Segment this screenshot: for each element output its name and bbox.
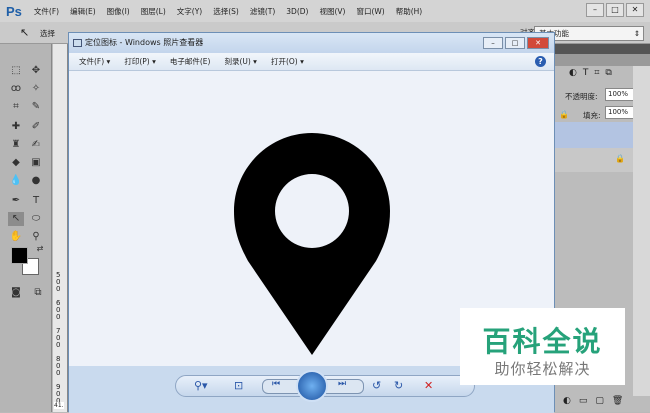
- viewer-minimize-button[interactable]: –: [483, 37, 503, 49]
- screen-mode-icon[interactable]: ⧉: [30, 286, 46, 300]
- zoom-icon[interactable]: ⚲▾: [194, 379, 208, 392]
- ellipse-tool-icon[interactable]: ⬭: [28, 212, 44, 226]
- viewer-menu-open[interactable]: 打开(O) ▾: [271, 56, 304, 67]
- viewer-menu-email[interactable]: 电子邮件(E): [170, 56, 211, 67]
- panel-header: [555, 44, 650, 54]
- foreground-color-swatch[interactable]: [11, 247, 28, 264]
- menu-type[interactable]: 文字(Y): [177, 6, 202, 17]
- ruler-label: 800: [56, 355, 61, 377]
- slideshow-button[interactable]: [296, 370, 328, 402]
- photoshop-logo: Ps: [6, 3, 22, 19]
- lasso-tool-icon[interactable]: ꝏ: [8, 82, 24, 96]
- location-pin-icon: [234, 133, 390, 355]
- auto-select-label: 选择: [40, 29, 55, 38]
- menu-select[interactable]: 选择(S): [213, 6, 239, 17]
- next-icon[interactable]: ⏭: [338, 379, 346, 389]
- help-icon[interactable]: ?: [535, 56, 546, 67]
- layer-lock-icon: 🔒: [615, 154, 625, 163]
- ruler-label: 600: [56, 299, 61, 321]
- magic-wand-icon[interactable]: ✧: [28, 82, 44, 96]
- watermark-subtitle: 助你轻松解决: [494, 360, 591, 378]
- eraser-icon[interactable]: ◆: [8, 156, 24, 170]
- move-tool-icon[interactable]: ✥: [28, 64, 44, 78]
- maximize-button[interactable]: □: [606, 3, 624, 17]
- menu-3d[interactable]: 3D(D): [286, 7, 308, 16]
- type-tool-icon[interactable]: T: [28, 194, 44, 208]
- panel-tab-bar: [555, 54, 650, 66]
- photo-viewer-icon: [73, 39, 82, 47]
- panel-scrollbar[interactable]: [633, 66, 650, 396]
- viewer-close-button[interactable]: ✕: [527, 37, 549, 49]
- gradient-tool-icon[interactable]: ▣: [28, 156, 44, 170]
- fill-label: 填充:: [583, 111, 601, 120]
- ruler-readout: 41.: [54, 402, 64, 409]
- layer-row-background[interactable]: 🔒: [555, 148, 633, 172]
- minimize-button[interactable]: –: [586, 3, 604, 17]
- opacity-label: 不透明度:: [565, 92, 598, 101]
- rotate-left-icon[interactable]: ↺: [372, 379, 381, 392]
- watermark-title: 百科全说: [482, 325, 603, 358]
- eyedropper-icon[interactable]: ✎: [28, 100, 44, 114]
- menu-window[interactable]: 窗口(W): [356, 6, 384, 17]
- marquee-tool-icon[interactable]: ⬚: [8, 64, 24, 78]
- viewer-title: 定位图标 - Windows 照片查看器: [85, 38, 204, 47]
- menu-edit[interactable]: 编辑(E): [70, 6, 96, 17]
- menu-file[interactable]: 文件(F): [34, 6, 59, 17]
- viewer-controls: ⚲▾ ⊡ ⏮ ⏭ ↺ ↻ ✕: [175, 370, 475, 402]
- rotate-right-icon[interactable]: ↻: [394, 379, 403, 392]
- lock-icon[interactable]: 🔒: [559, 110, 569, 119]
- viewer-menu-file[interactable]: 文件(F) ▾: [79, 56, 110, 67]
- crop-tool-icon[interactable]: ⌗: [8, 100, 24, 114]
- layer-action-icons[interactable]: ◐▭▢🗑: [563, 396, 631, 406]
- viewer-menu-burn[interactable]: 刻录(U) ▾: [224, 56, 257, 67]
- healing-brush-icon[interactable]: ✚: [8, 120, 24, 134]
- viewer-title-bar: 定位图标 - Windows 照片查看器 – □ ✕: [69, 33, 554, 53]
- actual-size-icon[interactable]: ⊡: [234, 379, 243, 392]
- blur-tool-icon[interactable]: 💧: [8, 174, 24, 188]
- swap-colors-icon[interactable]: ⇄: [32, 242, 48, 256]
- vertical-ruler: 500 600 700 800 900 41.: [53, 44, 68, 412]
- pen-tool-icon[interactable]: ✒: [8, 194, 24, 208]
- ruler-label: 700: [56, 327, 61, 349]
- quick-mask-icon[interactable]: ◙: [8, 286, 24, 300]
- move-tool-icon[interactable]: ↖: [20, 26, 29, 39]
- viewer-maximize-button[interactable]: □: [505, 37, 525, 49]
- menu-filter[interactable]: 滤镜(T): [250, 6, 275, 17]
- ruler-label: 500: [56, 271, 61, 293]
- menu-image[interactable]: 图像(I): [107, 6, 130, 17]
- dodge-tool-icon[interactable]: ●: [28, 174, 44, 188]
- viewer-menu-print[interactable]: 打印(P) ▾: [124, 56, 156, 67]
- close-button[interactable]: ✕: [626, 3, 644, 17]
- delete-icon[interactable]: ✕: [424, 379, 433, 392]
- layer-row-selected[interactable]: [555, 122, 633, 148]
- menu-bar: Ps 文件(F) 编辑(E) 图像(I) 图层(L) 文字(Y) 选择(S) 滤…: [0, 0, 650, 22]
- layer-filter-icons[interactable]: ◐T⌗⧉: [569, 68, 618, 78]
- history-brush-icon[interactable]: ✍: [28, 138, 44, 152]
- toolbox: ⬚ ✥ ꝏ ✧ ⌗ ✎ ✚ ✐ ♜ ✍ ◆ ▣ 💧 ● ✒ T ↖ ⬭ ✋ ⚲ …: [0, 44, 52, 412]
- brush-tool-icon[interactable]: ✐: [28, 120, 44, 134]
- watermark: 百科全说 助你轻松解决: [460, 308, 625, 385]
- menu-view[interactable]: 视图(V): [319, 6, 345, 17]
- menu-help[interactable]: 帮助(H): [396, 6, 423, 17]
- clone-stamp-icon[interactable]: ♜: [8, 138, 24, 152]
- menu-layer[interactable]: 图层(L): [141, 6, 166, 17]
- path-select-icon[interactable]: ↖: [8, 212, 24, 226]
- viewer-menu: 文件(F) ▾ 打印(P) ▾ 电子邮件(E) 刻录(U) ▾ 打开(O) ▾: [69, 53, 554, 71]
- previous-icon[interactable]: ⏮: [272, 379, 280, 389]
- hand-tool-icon[interactable]: ✋: [8, 230, 24, 244]
